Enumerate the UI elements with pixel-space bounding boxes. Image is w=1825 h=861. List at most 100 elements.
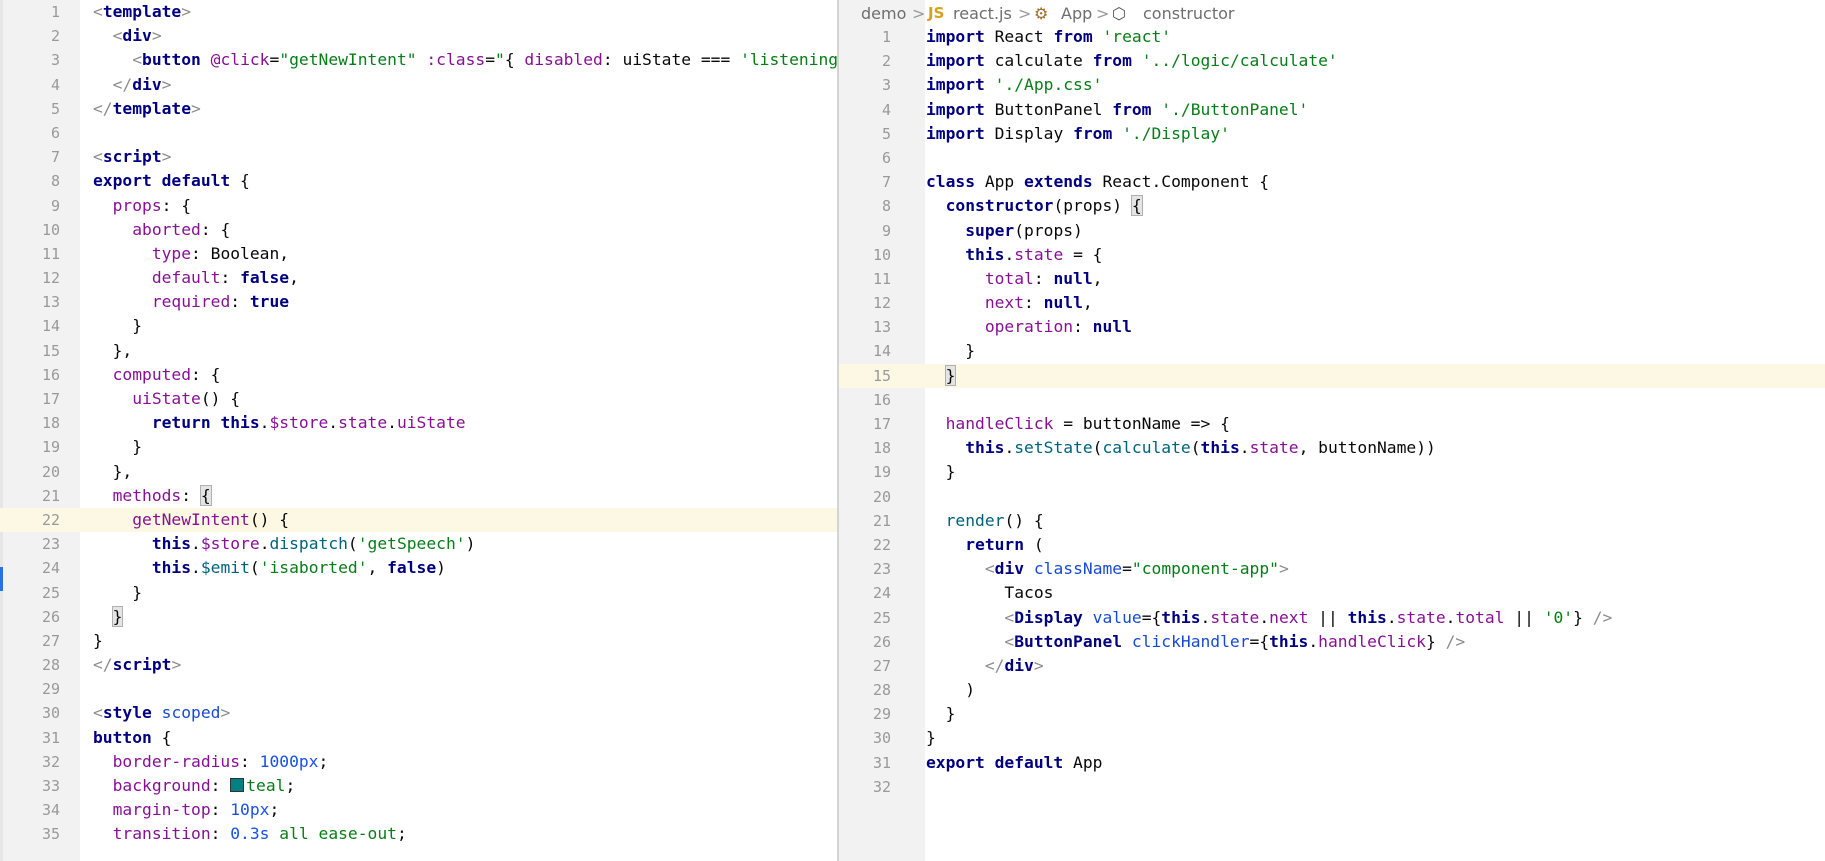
code-line[interactable]: 4 </div> (0, 73, 837, 97)
right-editor-pane[interactable]: demo > JS react.js > ⚙ App > ⬡ construct… (839, 0, 1825, 861)
code-line[interactable]: 28 ) (839, 678, 1825, 702)
code-text[interactable]: import calculate from '../logic/calculat… (926, 49, 1338, 73)
code-line[interactable]: 32 (839, 775, 1825, 799)
code-text[interactable]: return this.$store.state.uiState (93, 411, 466, 435)
code-line[interactable]: 15 } (839, 363, 1825, 389)
code-text[interactable]: this.setState(calculate(this.state, butt… (926, 436, 1436, 460)
code-text[interactable]: } (93, 435, 142, 459)
code-line[interactable]: 21 methods: { (0, 484, 837, 508)
code-line[interactable]: 8 export default { (0, 169, 837, 193)
code-line[interactable]: 25 } (0, 581, 837, 605)
code-text[interactable]: } (926, 364, 957, 388)
code-line[interactable]: 3 <button @click="getNewIntent" :class="… (0, 48, 837, 72)
code-line[interactable]: 18 return this.$store.state.uiState (0, 411, 837, 435)
code-line[interactable]: 1 <template> (0, 0, 837, 24)
code-text[interactable]: </div> (926, 654, 1044, 678)
breadcrumb-project[interactable]: demo (861, 0, 906, 27)
code-text[interactable]: total: null, (926, 267, 1103, 291)
code-text[interactable]: } (93, 581, 142, 605)
code-line[interactable]: 15 }, (0, 339, 837, 363)
code-line[interactable]: 13 operation: null (839, 315, 1825, 339)
code-line[interactable]: 16 computed: { (0, 363, 837, 387)
code-line[interactable]: 9 props: { (0, 194, 837, 218)
code-text[interactable]: this.$store.dispatch('getSpeech') (93, 532, 476, 556)
code-line[interactable]: 34 margin-top: 10px; (0, 798, 837, 822)
code-line[interactable]: 12 default: false, (0, 266, 837, 290)
code-text[interactable]: }, (93, 460, 133, 484)
code-line[interactable]: 26 } (0, 605, 837, 629)
code-line[interactable]: 14 } (839, 339, 1825, 363)
code-line[interactable]: 9 super(props) (839, 219, 1825, 243)
code-line[interactable]: 10 aborted: { (0, 218, 837, 242)
right-code-area[interactable]: 1 import React from 'react' 2 import calcul… (839, 25, 1825, 799)
code-text[interactable]: ) (926, 678, 975, 702)
code-text[interactable]: transition: 0.3s all ease-out; (93, 822, 407, 846)
code-text[interactable]: import ButtonPanel from './ButtonPanel' (926, 98, 1308, 122)
left-code-area[interactable]: 1 <template> 2 <div> 3 <button @click="getN… (0, 0, 837, 847)
code-text[interactable]: <Display value={this.state.next || this.… (926, 606, 1612, 630)
code-text[interactable]: } (93, 605, 124, 629)
code-text[interactable]: button { (93, 726, 171, 750)
code-line[interactable]: 29 (0, 677, 837, 701)
code-text[interactable]: } (926, 726, 936, 750)
code-line[interactable]: 21 render() { (839, 509, 1825, 533)
code-line[interactable]: 18 this.setState(calculate(this.state, b… (839, 436, 1825, 460)
code-text[interactable]: </div> (93, 73, 172, 97)
code-line[interactable]: 2 <div> (0, 24, 837, 48)
code-text[interactable]: methods: { (93, 484, 212, 508)
code-text[interactable]: props: { (93, 194, 191, 218)
code-line[interactable]: 31 export default App (839, 751, 1825, 775)
code-text[interactable]: } (926, 702, 956, 726)
code-line[interactable]: 32 border-radius: 1000px; (0, 750, 837, 774)
code-text[interactable]: border-radius: 1000px; (93, 750, 329, 774)
code-text[interactable]: this.state = { (926, 243, 1102, 267)
code-line[interactable]: 20 }, (0, 460, 837, 484)
code-line[interactable]: 30 <style scoped> (0, 701, 837, 725)
code-text[interactable]: class App extends React.Component { (926, 170, 1269, 194)
code-text[interactable]: operation: null (926, 315, 1132, 339)
code-text[interactable]: import './App.css' (926, 73, 1102, 97)
breadcrumb-method[interactable]: constructor (1143, 0, 1235, 27)
code-text[interactable]: this.$emit('isaborted', false) (93, 556, 446, 580)
code-text[interactable]: </template> (93, 97, 201, 121)
code-line[interactable]: 27 </div> (839, 654, 1825, 678)
code-line[interactable]: 8 constructor(props) { (839, 194, 1825, 218)
breadcrumb-file[interactable]: react.js (953, 0, 1012, 27)
code-line[interactable]: 5 import Display from './Display' (839, 122, 1825, 146)
code-text[interactable]: <style scoped> (93, 701, 230, 725)
code-line[interactable]: 22 getNewIntent() { (0, 507, 837, 533)
code-text[interactable]: import Display from './Display' (926, 122, 1230, 146)
code-line[interactable]: 20 (839, 485, 1825, 509)
code-line[interactable]: 19 } (0, 435, 837, 459)
code-line[interactable]: 17 handleClick = buttonName => { (839, 412, 1825, 436)
code-line[interactable]: 33 background: teal; (0, 774, 837, 798)
code-text[interactable]: super(props) (926, 219, 1083, 243)
code-line[interactable]: 6 (839, 146, 1825, 170)
code-line[interactable]: 29 } (839, 702, 1825, 726)
code-text[interactable]: <div className="component-app"> (926, 557, 1289, 581)
code-line[interactable]: 26 <ButtonPanel clickHandler={this.handl… (839, 630, 1825, 654)
code-text[interactable]: export default App (926, 751, 1102, 775)
code-text[interactable]: return ( (926, 533, 1043, 557)
code-line[interactable]: 22 return ( (839, 533, 1825, 557)
code-text[interactable]: Tacos (926, 581, 1053, 605)
code-text[interactable]: next: null, (926, 291, 1093, 315)
code-text[interactable]: handleClick = buttonName => { (926, 412, 1230, 436)
code-text[interactable]: <script> (93, 145, 171, 169)
code-text[interactable]: uiState() { (93, 387, 240, 411)
code-line[interactable]: 13 required: true (0, 290, 837, 314)
code-line[interactable]: 30} (839, 726, 1825, 750)
code-line[interactable]: 3 import './App.css' (839, 73, 1825, 97)
code-text[interactable]: aborted: { (93, 218, 230, 242)
code-text[interactable]: } (93, 629, 103, 653)
code-text[interactable]: <div> (93, 24, 162, 48)
code-text[interactable]: } (93, 314, 142, 338)
breadcrumb-class[interactable]: App (1061, 0, 1092, 27)
code-line[interactable]: 17 uiState() { (0, 387, 837, 411)
code-line[interactable]: 6 (0, 121, 837, 145)
code-text[interactable]: } (926, 339, 975, 363)
code-line[interactable]: 11 type: Boolean, (0, 242, 837, 266)
code-text[interactable]: default: false, (93, 266, 299, 290)
code-text[interactable]: import React from 'react' (926, 25, 1171, 49)
code-line[interactable]: 14 } (0, 314, 837, 338)
